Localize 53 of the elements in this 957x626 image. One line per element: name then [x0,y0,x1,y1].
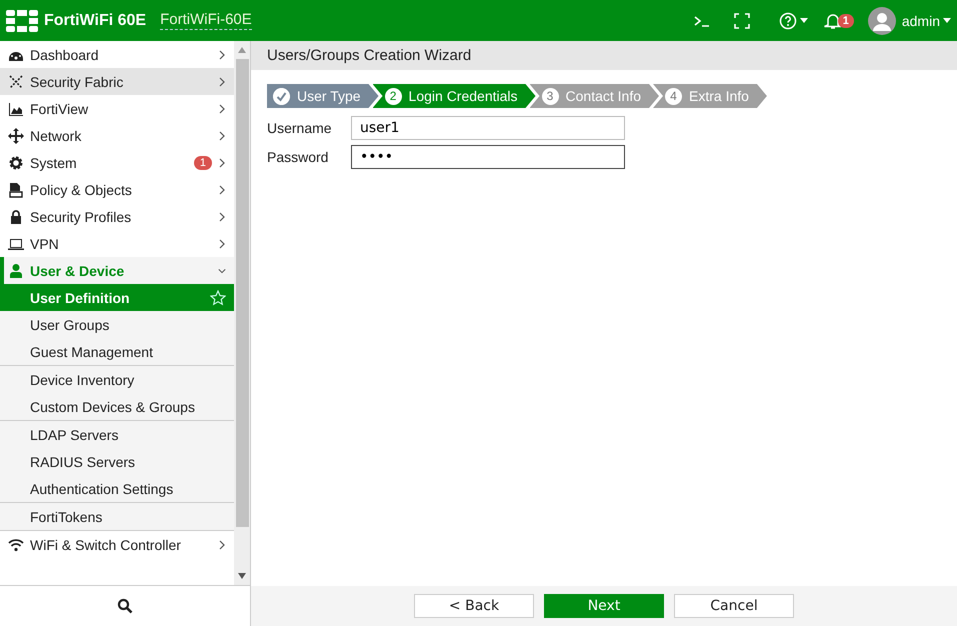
star-icon[interactable] [210,290,226,306]
wifi-icon [8,536,24,552]
caret-icon[interactable] [943,18,951,23]
input-field[interactable]: •••• [351,145,625,169]
document-icon [8,182,24,198]
chevron-right-icon [218,212,226,222]
chevron-right-icon [218,540,226,550]
step-number: 2 [384,88,402,104]
area-chart-icon [8,100,24,116]
step-label: Extra Info [689,88,749,104]
bell-icon[interactable] [824,12,842,30]
step-number: 3 [542,88,559,104]
fabric-icon [8,74,24,90]
chevron-right-icon [218,184,226,194]
hostname-link[interactable]: FortiWiFi-60E [160,11,252,30]
field-label: Password [267,148,330,167]
user-menu[interactable]: admin [902,12,940,28]
gear-icon [8,154,24,170]
step-number: 4 [665,88,682,104]
chevron-right-icon [218,130,226,140]
wizard-button[interactable]: Next [544,594,664,618]
scroll-down-icon[interactable] [238,573,246,579]
help-icon[interactable] [778,12,797,30]
notification-count: 1 [838,14,854,28]
fullscreen-icon[interactable] [732,12,751,30]
avatar-icon[interactable] [868,6,896,34]
count-badge: 1 [194,156,212,170]
chevron-right-icon [218,158,226,168]
sidebar-item[interactable]: Security Fabric [0,68,234,95]
wizard-button[interactable]: < Back [414,594,534,618]
step-label: Login Credentials [408,88,518,104]
move-arrows-icon [8,128,24,144]
scrollbar[interactable] [234,41,250,585]
sidebar-item[interactable]: User & Device [0,257,234,284]
lock-icon [8,208,24,224]
search-icon[interactable] [117,598,133,614]
chevron-right-icon [218,238,226,248]
product-name: FortiWiFi 60E [44,12,146,30]
sidebar-subitem[interactable]: User Definition [0,284,234,311]
logo-icon [6,8,38,32]
field-label: Username [267,119,333,138]
chevron-right-icon [218,104,226,114]
wizard-button[interactable]: Cancel [674,594,794,618]
step-label: User Type [297,88,361,104]
caret-icon[interactable] [800,18,808,23]
chevron-right-icon [218,50,226,60]
page-title: Users/Groups Creation Wizard [251,41,957,70]
chevron-right-icon [218,76,226,86]
scroll-up-icon[interactable] [238,47,246,53]
check-icon [273,88,290,104]
user-icon [8,262,24,278]
input-field[interactable]: user1 [351,116,625,140]
step-label: Contact Info [566,88,642,104]
